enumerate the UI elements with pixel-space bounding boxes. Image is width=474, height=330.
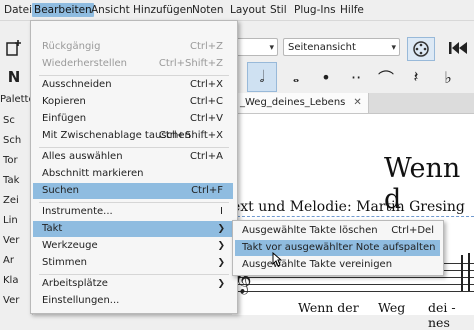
half-note-icon[interactable]: 𝅗𝅥	[247, 62, 277, 92]
chevron-right-icon: ❯	[217, 258, 225, 268]
rewind-icon[interactable]	[446, 37, 470, 59]
menu-item-redo[interactable]: Wiederherstellen Ctrl+Shift+Z	[33, 56, 233, 72]
palette-row[interactable]: Sc	[3, 111, 15, 131]
menu-item-copy[interactable]: Kopieren Ctrl+C	[33, 94, 233, 110]
menu-item-find[interactable]: Suchen Ctrl+F	[33, 183, 233, 199]
palette-row[interactable]: Sch	[3, 131, 21, 151]
palette-panel: Palette Sc Sch Tor Tak Zei Lin Ver Ar Kl…	[0, 93, 35, 315]
menu-item-preferences[interactable]: Einstellungen...	[33, 293, 233, 309]
flip-icon[interactable]: ♭	[433, 62, 463, 92]
lyric-syllable: Wenn der	[298, 300, 359, 315]
palette-row[interactable]: Tor	[3, 151, 18, 171]
palette-row[interactable]: Zei	[3, 191, 19, 211]
close-icon[interactable]: ✕	[353, 97, 361, 108]
menu-bar: Datei Bearbeiten Ansicht Hinzufügen Note…	[0, 0, 474, 21]
measure-submenu: Ausgewählte Takte löschen Ctrl+Del Takt v…	[232, 220, 444, 276]
palette-row[interactable]: Tak	[3, 171, 19, 191]
metronome-icon[interactable]	[407, 37, 435, 61]
palette-row[interactable]: Lin	[3, 211, 18, 231]
menu-item-select-all[interactable]: Alles auswählen Ctrl+A	[33, 149, 233, 165]
chevron-right-icon: ❯	[217, 224, 225, 234]
palette-row[interactable]: Ar	[3, 251, 14, 271]
menu-bearbeiten[interactable]: Bearbeiten	[32, 3, 94, 17]
chevron-right-icon: ❯	[217, 279, 225, 289]
tie-icon[interactable]: ⌒	[371, 62, 401, 92]
menu-item-join-measures[interactable]: Ausgewählte Takte vereinigen	[235, 257, 440, 273]
palette-row[interactable]: Ver	[3, 231, 19, 251]
menu-item-delete-measures[interactable]: Ausgewählte Takte löschen Ctrl+Del	[235, 223, 440, 239]
note-toolbar: 𝅗𝅥 𝅝 • ⋅⋅ ⌒ 𝄽 ♭	[237, 62, 474, 92]
menu-hilfe[interactable]: Hilfe	[338, 3, 366, 17]
menu-ansicht[interactable]: Ansicht	[89, 3, 132, 17]
chevron-down-icon: ▾	[269, 43, 274, 53]
view-mode-select[interactable]: Seitenansicht ▾	[283, 38, 400, 56]
note-stem	[468, 253, 470, 291]
whole-note-icon[interactable]: 𝅝	[281, 62, 311, 92]
menu-item-instruments[interactable]: Instrumente... I	[33, 204, 233, 220]
menu-item-cut[interactable]: Ausschneiden Ctrl+X	[33, 77, 233, 93]
menu-item-workspaces[interactable]: Arbeitsplätze ❯	[33, 276, 233, 292]
menu-separator	[39, 274, 229, 275]
double-dot-icon[interactable]: ⋅⋅	[341, 62, 371, 92]
menu-plugins[interactable]: Plug-Ins	[292, 3, 338, 17]
note-input-icon[interactable]: N	[4, 67, 24, 87]
rest-icon[interactable]: 𝄽	[401, 62, 431, 92]
menu-separator	[39, 75, 229, 76]
menu-item-select-section[interactable]: Abschnitt markieren	[33, 166, 233, 182]
lyric-syllable: Weg	[378, 300, 406, 315]
menu-datei[interactable]: Datei	[2, 3, 34, 17]
chevron-right-icon: ❯	[217, 241, 225, 251]
chevron-down-icon: ▾	[391, 43, 396, 53]
menu-layout[interactable]: Layout	[228, 3, 268, 17]
new-file-icon[interactable]	[4, 38, 24, 58]
frame-boundary	[232, 216, 474, 217]
menu-item-paste[interactable]: Einfügen Ctrl+V	[33, 111, 233, 127]
note-stem	[461, 255, 463, 291]
tab-score[interactable]: _Weg_deines_Lebens ✕	[236, 93, 369, 113]
mouse-cursor-icon	[272, 251, 283, 271]
menu-stil[interactable]: Stil	[268, 3, 289, 17]
menu-item-undo[interactable]: Rückgängig Ctrl+Z	[33, 39, 233, 55]
edit-menu: Rückgängig Ctrl+Z Wiederherstellen Ctrl+Sh…	[30, 20, 238, 314]
menu-item-measure[interactable]: Takt ❯	[33, 221, 233, 237]
menu-item-split-measure[interactable]: Takt vor ausgewählter Note aufspalten	[235, 240, 440, 256]
lyric-syllable: dei - nes	[428, 300, 456, 330]
menu-separator	[39, 202, 229, 203]
palette-row[interactable]: Kla	[3, 271, 18, 291]
menu-item-tools[interactable]: Werkzeuge ❯	[33, 238, 233, 254]
palette-row[interactable]: Ver	[3, 291, 19, 311]
tab-bar: _Weg_deines_Lebens ✕	[232, 93, 474, 114]
menu-noten[interactable]: Noten	[190, 3, 226, 17]
view-mode-value: Seitenansicht	[288, 42, 356, 53]
menu-item-swap-clipboard[interactable]: Mit Zwischenablage tauschen Ctrl+Shift+X	[33, 128, 233, 144]
zoom-combo[interactable]: ▾	[236, 38, 278, 56]
dot-icon[interactable]: •	[311, 62, 341, 92]
menu-item-voices[interactable]: Stimmen ❯	[33, 255, 233, 271]
menu-separator	[39, 147, 229, 148]
tab-label: _Weg_deines_Lebens	[240, 97, 346, 108]
score-subtitle: ext und Melodie: Martin Gresing	[232, 199, 465, 215]
menu-hinzufuegen[interactable]: Hinzufügen	[131, 3, 195, 17]
